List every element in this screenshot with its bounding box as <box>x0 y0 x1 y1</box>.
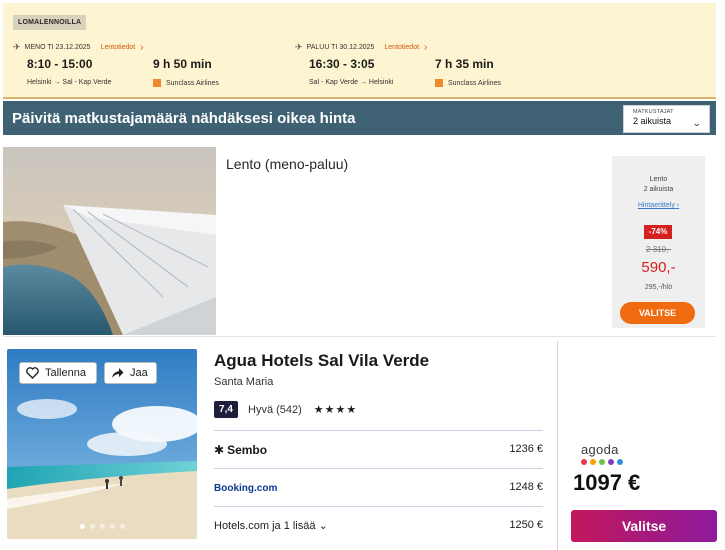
agoda-logo: agoda <box>581 442 619 457</box>
carousel-dot[interactable] <box>99 524 105 529</box>
carousel-dot[interactable] <box>89 524 95 529</box>
flight-summary: LOMALENNOILLA ✈ MENO TI 23.12.2025 Lento… <box>3 3 716 99</box>
flight-photo <box>3 147 216 335</box>
offer-row-sembo[interactable]: ✱ Sembo 1236 € <box>214 430 543 468</box>
holiday-tag: LOMALENNOILLA <box>13 15 87 30</box>
return-date: PALUU TI 30.12.2025 <box>306 43 375 51</box>
offer-price: 1236 € <box>509 443 543 455</box>
vertical-divider <box>557 341 558 550</box>
price-details-label: Hintaerittely <box>637 202 675 209</box>
return-details-link[interactable]: Lentotiedot <box>384 44 419 51</box>
outbound-airline-name: Sunclass Airlines <box>166 79 219 87</box>
more-offers-toggle[interactable]: Hotels.com ja 1 lisää ⌄ <box>214 519 328 532</box>
select-hotel-button[interactable]: Valitse <box>571 510 717 542</box>
price-details-link[interactable]: Hintaerittely › <box>612 202 705 209</box>
airline-logo-icon <box>435 79 443 87</box>
flight-card: Lento (meno-paluu) Lento 2 aikuista Hint… <box>3 147 716 337</box>
return-route: Sal - Kap Verde → Helsinki <box>309 79 394 86</box>
share-label: Jaa <box>130 367 148 379</box>
chevron-down-icon: ⌄ <box>318 520 328 532</box>
chevron-down-icon: ⌄ <box>692 118 703 128</box>
airline-logo-icon <box>153 79 161 87</box>
outbound-route: Helsinki → Sal - Kap Verde <box>27 79 112 86</box>
banner-text: Päivitä matkustajamäärä nähdäksesi oikea… <box>12 110 356 127</box>
heart-icon <box>26 367 39 379</box>
airplane-wing-image <box>3 147 216 335</box>
hotel-location: Santa Maria <box>214 376 274 388</box>
more-offers-label: Hotels.com ja 1 lisää <box>214 520 316 532</box>
save-button[interactable]: Tallenna <box>19 362 97 384</box>
sembo-label: Sembo <box>227 443 268 457</box>
share-arrow-icon <box>111 367 124 379</box>
rating-text: Hyvä (542) <box>248 403 302 416</box>
price-box-travellers: 2 aikuista <box>643 186 674 193</box>
share-button[interactable]: Jaa <box>104 362 157 384</box>
chevron-right-icon[interactable]: › <box>140 42 143 53</box>
flight-price-box: Lento 2 aikuista Hintaerittely › -74% 2 … <box>612 156 705 328</box>
booking-logo: Booking.com <box>214 483 278 494</box>
return-airline-name: Sunclass Airlines <box>448 79 501 87</box>
price-box-type: Lento <box>649 176 668 183</box>
carousel-dot[interactable] <box>79 524 85 529</box>
outbound-date: MENO TI 23.12.2025 <box>24 43 91 51</box>
flight-price: 590,- <box>641 259 676 276</box>
hotel-name[interactable]: Agua Hotels Sal Vila Verde <box>214 351 429 371</box>
outbound-duration: 9 h 50 min <box>153 57 212 71</box>
chevron-right-icon: › <box>676 202 680 209</box>
offer-price: 1248 € <box>509 481 543 493</box>
chevron-right-icon[interactable]: › <box>424 42 427 53</box>
departure-plane-icon: ✈ <box>13 41 21 52</box>
old-price: 2 310,- <box>646 245 671 254</box>
save-label: Tallenna <box>45 367 86 379</box>
outbound-details-link[interactable]: Lentotiedot <box>101 44 136 51</box>
travellers-label: MATKUSTAJAT <box>633 109 674 115</box>
outbound-leg: ✈ MENO TI 23.12.2025 Lentotiedot › 8:10 … <box>13 41 313 91</box>
discount-badge: -74% <box>644 225 672 239</box>
return-duration: 7 h 35 min <box>435 57 494 71</box>
outbound-time: 8:10 - 15:00 <box>27 57 93 71</box>
offer-row-booking[interactable]: Booking.com 1248 € <box>214 468 543 506</box>
select-flight-button[interactable]: VALITSE <box>620 302 695 324</box>
offer-row-hotels[interactable]: Hotels.com ja 1 lisää ⌄ 1250 € <box>214 506 543 544</box>
carousel-dot[interactable] <box>119 524 125 529</box>
price-offers-list: ✱ Sembo 1236 € Booking.com 1248 € Hotels.… <box>214 430 543 544</box>
flight-title: Lento (meno-paluu) <box>226 156 349 172</box>
carousel-dot[interactable] <box>109 524 115 529</box>
sembo-burst-icon: ✱ <box>214 443 225 457</box>
agoda-dots-icon <box>581 459 623 465</box>
outbound-airline: Sunclass Airlines <box>153 79 219 87</box>
travellers-banner: Päivitä matkustajamäärä nähdäksesi oikea… <box>3 101 716 135</box>
return-leg: ✈ PALUU TI 30.12.2025 Lentotiedot › 16:3… <box>295 41 595 91</box>
offer-price: 1250 € <box>509 519 543 531</box>
hotel-card: Tallenna Jaa Agua Hotels Sal Vila Verde … <box>3 341 725 550</box>
rating-score: 7,4 <box>214 401 238 418</box>
arrival-plane-icon: ✈ <box>295 41 303 52</box>
sembo-logo: ✱ Sembo <box>214 443 267 457</box>
return-time: 16:30 - 3:05 <box>309 57 375 71</box>
best-price: 1097 € <box>573 470 641 495</box>
rating-row: 7,4 Hyvä (542) ★★★★ <box>214 401 357 418</box>
return-airline: Sunclass Airlines <box>435 79 501 87</box>
hotel-photo[interactable]: Tallenna Jaa <box>7 349 197 539</box>
price-per-person: 295,-/hlö <box>644 284 673 291</box>
star-rating-icon: ★★★★ <box>313 404 358 416</box>
travellers-select[interactable]: MATKUSTAJAT 2 aikuista ⌄ <box>623 105 710 133</box>
photo-carousel-dots[interactable] <box>7 524 197 529</box>
